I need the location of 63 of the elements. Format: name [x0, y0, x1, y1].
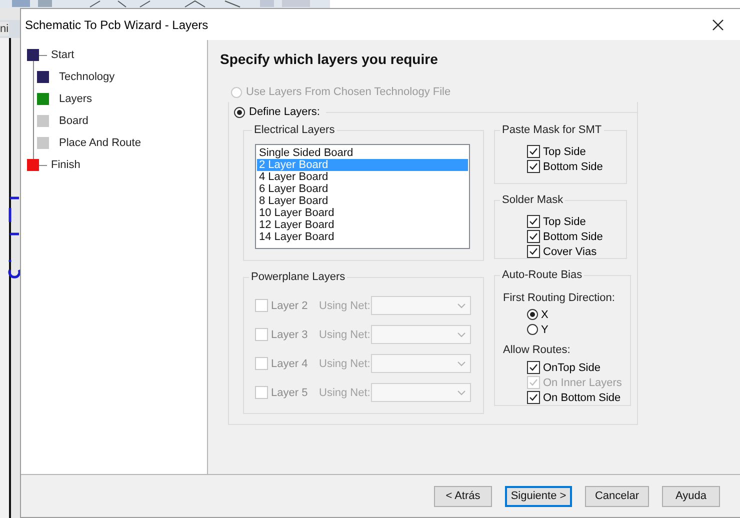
- list-item[interactable]: 14 Layer Board: [257, 231, 468, 243]
- chevron-icon: [457, 332, 466, 338]
- chevron-icon: [457, 390, 466, 396]
- list-item[interactable]: 12 Layer Board: [257, 219, 468, 231]
- step-label[interactable]: Layers: [59, 93, 92, 105]
- close-icon[interactable]: [712, 18, 724, 30]
- group-title: Auto-Route Bias: [501, 269, 584, 281]
- group-title: Electrical Layers: [253, 124, 336, 136]
- group-title: Solder Mask: [501, 194, 564, 206]
- checkbox-label: Layer 4: [271, 358, 309, 370]
- list-item[interactable]: 8 Layer Board: [257, 195, 468, 207]
- checkbox-label: Top Side: [543, 146, 586, 158]
- checkbox-label: Layer 3: [271, 328, 309, 340]
- dialog-button[interactable]: < Atrás: [434, 486, 492, 506]
- dialog-button[interactable]: Siguiente >: [505, 486, 572, 506]
- checkbox-label: Layer 5: [271, 386, 309, 398]
- section-label: Allow Routes:: [503, 344, 572, 356]
- checkbox-label: Layer 2: [271, 300, 309, 312]
- step-label[interactable]: Technology: [59, 71, 115, 83]
- radio-label: X: [541, 308, 548, 320]
- list-item[interactable]: 4 Layer Board: [257, 171, 468, 183]
- field-label: Using Net:: [319, 386, 371, 398]
- step-label[interactable]: Start: [51, 49, 74, 61]
- layer-list[interactable]: Single Sided Board 2 Layer Board 4 Layer Board 6 Layer Board 8 Layer Board 10 Layer Board 12 Layer Board 14 Layer Board: [255, 144, 470, 249]
- step-label[interactable]: Board: [59, 115, 88, 127]
- checkbox-label: On Inner Layers: [543, 376, 622, 388]
- chevron-icon: [457, 302, 466, 308]
- field-label: Using Net:: [319, 358, 371, 370]
- field-label: Using Net:: [319, 300, 371, 312]
- window-title: Schematic To Pcb Wizard - Layers: [25, 18, 208, 32]
- radio-label: Use Layers From Chosen Technology File: [246, 86, 451, 98]
- checkbox[interactable]: [527, 361, 540, 374]
- step-label[interactable]: Place And Route: [59, 137, 141, 149]
- checkbox-label: Bottom Side: [543, 230, 603, 242]
- radio-label: Y: [541, 324, 548, 336]
- checkbox-label: On Bottom Side: [543, 392, 621, 404]
- group-title: Paste Mask for SMT: [501, 124, 603, 136]
- checkbox[interactable]: [527, 230, 540, 243]
- radio-button[interactable]: [527, 309, 538, 320]
- checkbox-label: OnTop Side: [543, 362, 600, 374]
- checkbox-label: Bottom Side: [543, 160, 603, 172]
- section-label: First Routing Direction:: [503, 292, 616, 304]
- background-tab-label: ni: [0, 22, 9, 36]
- checkbox[interactable]: [527, 391, 540, 404]
- list-item[interactable]: 10 Layer Board: [257, 207, 468, 219]
- dialog-button[interactable]: Cancelar: [585, 486, 649, 506]
- checkbox-label: Cover Vias: [543, 246, 597, 258]
- radio-button[interactable]: [527, 324, 538, 335]
- chevron-icon: [457, 360, 466, 366]
- step-label[interactable]: Finish: [51, 159, 80, 171]
- list-item[interactable]: 6 Layer Board: [257, 183, 468, 195]
- group-title: Powerplane Layers: [250, 271, 346, 283]
- list-item[interactable]: Single Sided Board: [257, 147, 468, 159]
- checkbox[interactable]: [527, 245, 540, 258]
- checkbox[interactable]: [527, 160, 540, 173]
- checkbox[interactable]: [527, 145, 540, 158]
- dialog-button[interactable]: Ayuda: [662, 486, 720, 506]
- radio-label: Define Layers:: [249, 106, 320, 118]
- page-heading: Specify which layers you require: [220, 51, 439, 67]
- checkbox[interactable]: [527, 215, 540, 228]
- checkbox-label: Top Side: [543, 216, 586, 228]
- field-label: Using Net:: [319, 328, 371, 340]
- radio-button[interactable]: [234, 106, 245, 118]
